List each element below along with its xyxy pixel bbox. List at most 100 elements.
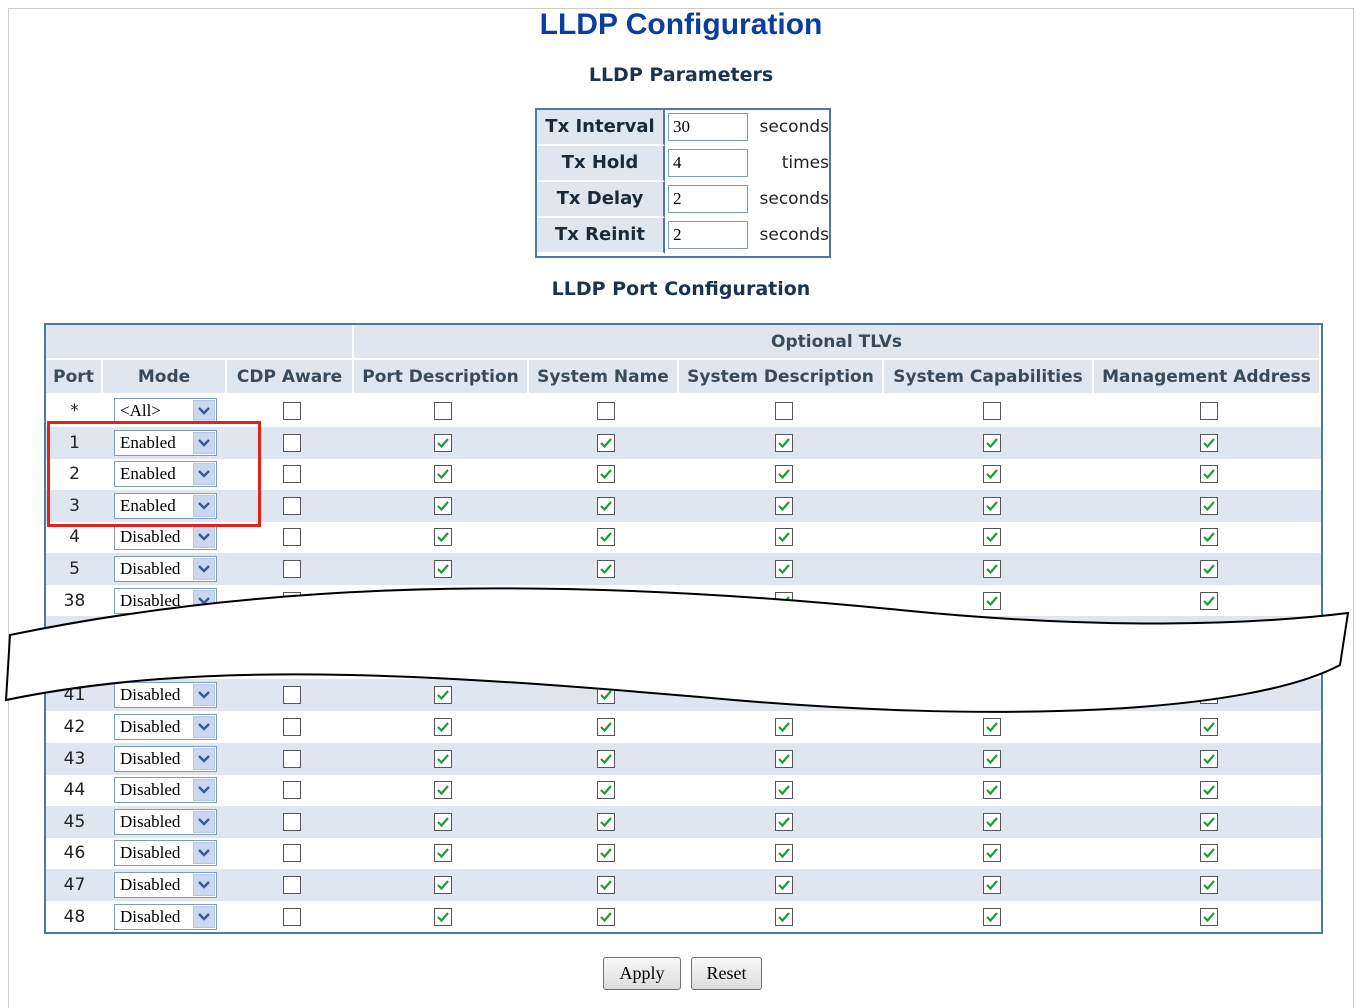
chevron-down-icon[interactable] [193,810,215,833]
param-input[interactable]: 2 [668,185,748,213]
cdp-aware-checkbox[interactable] [283,623,301,642]
system-description-checkbox[interactable] [775,718,793,736]
chevron-down-icon[interactable] [193,621,215,644]
system-name-checkbox[interactable] [597,876,615,894]
system-description-checkbox[interactable] [775,402,793,420]
param-input[interactable]: 30 [668,113,748,141]
system-capabilities-checkbox[interactable] [983,686,1001,705]
system-name-checkbox[interactable] [597,433,615,452]
system-name-checkbox[interactable] [597,718,615,736]
cdp-aware-checkbox[interactable] [283,718,301,736]
management-address-checkbox[interactable] [1200,907,1218,926]
chevron-down-icon[interactable] [193,589,215,612]
cdp-aware-checkbox[interactable] [283,654,301,673]
system-description-checkbox[interactable] [775,465,793,484]
system-capabilities-checkbox[interactable] [983,844,1001,863]
management-address-checkbox[interactable] [1200,812,1218,831]
system-description-checkbox[interactable] [775,749,793,768]
port-description-checkbox[interactable] [434,496,452,515]
system-name-checkbox[interactable] [597,496,615,515]
system-name-checkbox[interactable] [597,812,615,831]
system-capabilities-checkbox[interactable] [983,749,1001,768]
mode-select[interactable]: Disabled [114,619,217,646]
mode-select[interactable]: Disabled [114,524,217,551]
system-name-checkbox[interactable] [597,654,615,673]
chevron-down-icon[interactable] [193,747,215,770]
management-address-checkbox[interactable] [1200,591,1218,610]
system-description-checkbox[interactable] [775,686,793,705]
chevron-down-icon[interactable] [193,684,215,707]
cdp-aware-checkbox[interactable] [283,402,301,420]
system-description-checkbox[interactable] [775,528,793,547]
port-description-checkbox[interactable] [434,844,452,863]
system-capabilities-checkbox[interactable] [983,560,1001,578]
management-address-checkbox[interactable] [1200,433,1218,452]
system-capabilities-checkbox[interactable] [983,465,1001,484]
system-name-checkbox[interactable] [597,844,615,863]
cdp-aware-checkbox[interactable] [283,812,301,831]
system-capabilities-checkbox[interactable] [983,496,1001,515]
param-input[interactable]: 2 [668,221,748,249]
management-address-checkbox[interactable] [1200,654,1218,673]
port-description-checkbox[interactable] [434,560,452,578]
cdp-aware-checkbox[interactable] [283,749,301,768]
port-description-checkbox[interactable] [434,686,452,705]
system-capabilities-checkbox[interactable] [983,718,1001,736]
chevron-down-icon[interactable] [193,400,215,422]
port-description-checkbox[interactable] [434,654,452,673]
system-description-checkbox[interactable] [775,844,793,863]
system-description-checkbox[interactable] [775,591,793,610]
mode-select[interactable]: Disabled [114,840,217,867]
management-address-checkbox[interactable] [1200,844,1218,863]
chevron-down-icon[interactable] [193,652,215,675]
system-capabilities-checkbox[interactable] [983,402,1001,420]
chevron-down-icon[interactable] [193,558,215,580]
system-capabilities-checkbox[interactable] [983,654,1001,673]
port-description-checkbox[interactable] [434,591,452,610]
system-capabilities-checkbox[interactable] [983,623,1001,642]
param-input[interactable]: 4 [668,149,748,177]
apply-button[interactable]: Apply [603,957,681,990]
system-capabilities-checkbox[interactable] [983,528,1001,547]
port-description-checkbox[interactable] [434,907,452,926]
system-name-checkbox[interactable] [597,528,615,547]
system-name-checkbox[interactable] [597,560,615,578]
management-address-checkbox[interactable] [1200,623,1218,642]
cdp-aware-checkbox[interactable] [283,591,301,610]
system-description-checkbox[interactable] [775,560,793,578]
cdp-aware-checkbox[interactable] [283,844,301,863]
cdp-aware-checkbox[interactable] [283,907,301,926]
cdp-aware-checkbox[interactable] [283,876,301,894]
system-capabilities-checkbox[interactable] [983,876,1001,894]
management-address-checkbox[interactable] [1200,718,1218,736]
system-description-checkbox[interactable] [775,433,793,452]
system-description-checkbox[interactable] [775,812,793,831]
port-description-checkbox[interactable] [434,433,452,452]
management-address-checkbox[interactable] [1200,686,1218,705]
system-capabilities-checkbox[interactable] [983,907,1001,926]
system-name-checkbox[interactable] [597,402,615,420]
port-description-checkbox[interactable] [434,623,452,642]
reset-button[interactable]: Reset [691,957,762,990]
mode-select[interactable]: Disabled [114,556,217,582]
mode-select[interactable]: Disabled [114,587,217,614]
port-description-checkbox[interactable] [434,528,452,547]
chevron-down-icon[interactable] [193,874,215,896]
mode-select[interactable]: Disabled [114,872,217,898]
management-address-checkbox[interactable] [1200,781,1218,800]
management-address-checkbox[interactable] [1200,876,1218,894]
chevron-down-icon[interactable] [193,905,215,928]
system-name-checkbox[interactable] [597,781,615,800]
system-capabilities-checkbox[interactable] [983,812,1001,831]
system-name-checkbox[interactable] [597,591,615,610]
system-capabilities-checkbox[interactable] [983,433,1001,452]
system-capabilities-checkbox[interactable] [983,591,1001,610]
cdp-aware-checkbox[interactable] [283,528,301,547]
management-address-checkbox[interactable] [1200,496,1218,515]
port-description-checkbox[interactable] [434,718,452,736]
system-capabilities-checkbox[interactable] [983,781,1001,800]
system-description-checkbox[interactable] [775,654,793,673]
cdp-aware-checkbox[interactable] [283,496,301,515]
system-name-checkbox[interactable] [597,907,615,926]
mode-select[interactable]: Disabled [114,682,217,709]
